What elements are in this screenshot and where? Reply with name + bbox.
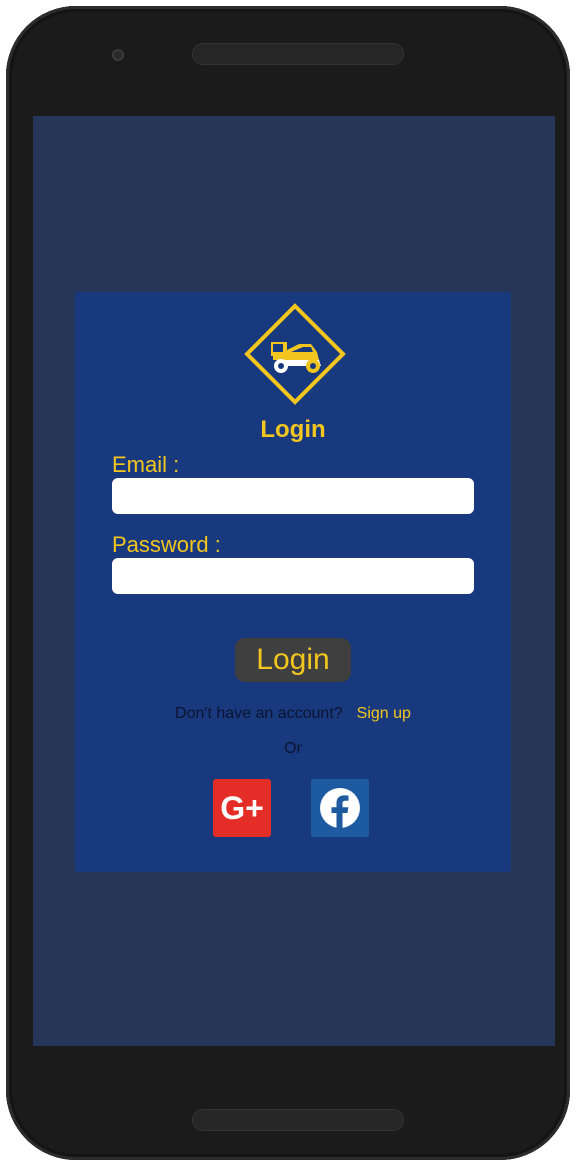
login-button[interactable]: Login	[235, 638, 351, 682]
phone-frame: Login Email : Password : Login Don't hav…	[6, 6, 570, 1160]
password-label: Password :	[112, 532, 221, 557]
google-plus-icon: G+	[220, 789, 264, 826]
front-camera	[112, 49, 124, 61]
signup-row: Don't have an account? Sign up	[75, 705, 511, 723]
or-divider-text: Or	[284, 740, 302, 757]
login-card: Login Email : Password : Login Don't hav…	[75, 292, 511, 872]
facebook-button[interactable]	[311, 779, 369, 837]
email-label: Email :	[112, 452, 180, 477]
car-diamond-logo-icon	[244, 303, 346, 405]
signup-link[interactable]: Sign up	[357, 705, 411, 722]
bottom-speaker	[192, 1109, 404, 1131]
password-field[interactable]	[112, 558, 474, 594]
top-speaker	[192, 43, 404, 65]
signup-question: Don't have an account?	[175, 705, 343, 722]
facebook-icon	[320, 788, 360, 828]
google-plus-button[interactable]: G+	[213, 779, 271, 837]
email-field[interactable]	[112, 478, 474, 514]
login-title: Login	[260, 416, 326, 443]
app-screen: Login Email : Password : Login Don't hav…	[33, 116, 555, 1046]
